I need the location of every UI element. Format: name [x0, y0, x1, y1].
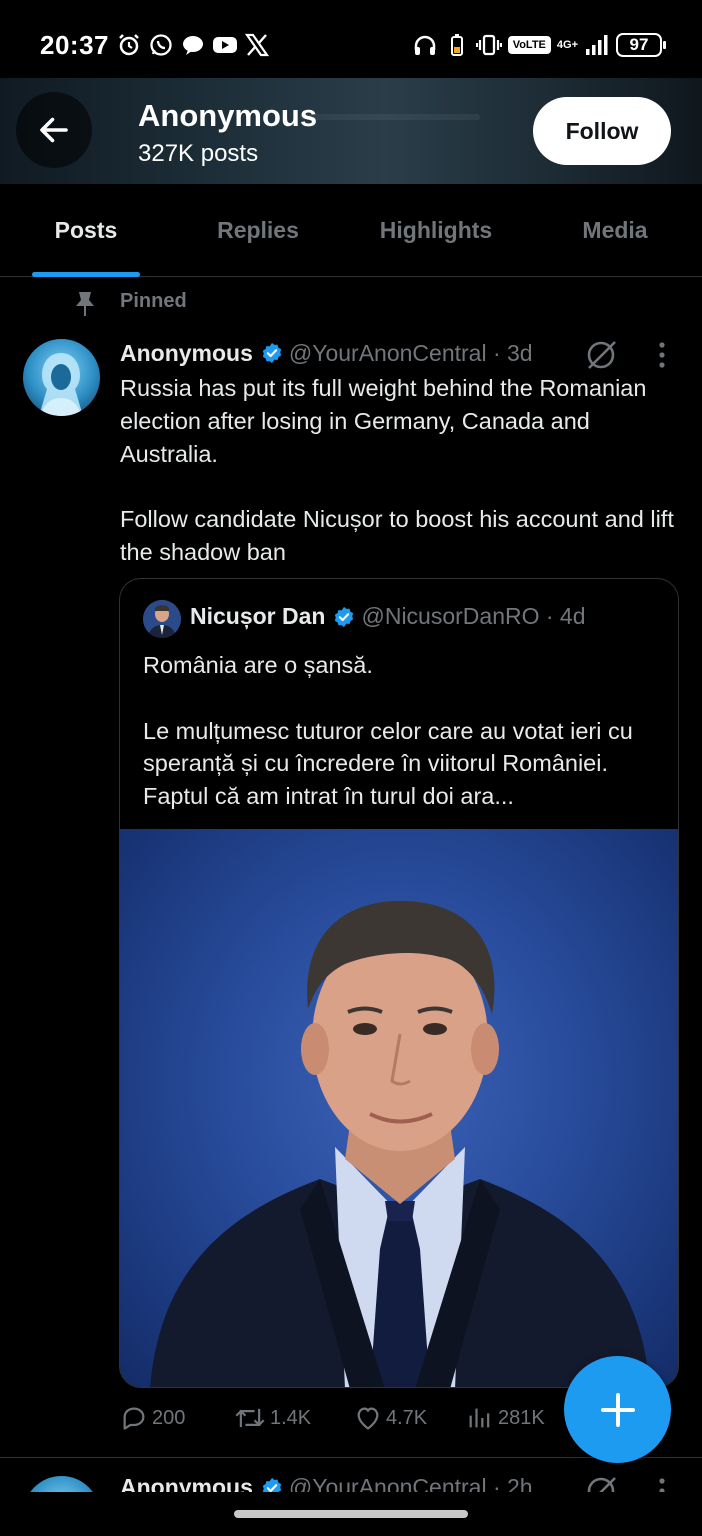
- tab-replies[interactable]: Replies: [172, 184, 344, 277]
- reply-button[interactable]: 200: [120, 1404, 185, 1432]
- tab-highlights[interactable]: Highlights: [344, 184, 528, 277]
- views-button[interactable]: 281K: [466, 1404, 545, 1432]
- alarm-icon: [116, 32, 142, 58]
- more-options-icon[interactable]: [652, 340, 672, 375]
- repost-count: 1.4K: [270, 1406, 312, 1429]
- pinned-label: Pinned: [120, 290, 187, 312]
- quote-photo[interactable]: [120, 829, 678, 1387]
- battery-small-icon: [444, 32, 470, 58]
- views-count: 281K: [498, 1406, 545, 1429]
- quote-avatar: [143, 600, 181, 638]
- verified-badge-icon: [261, 342, 283, 364]
- follow-button[interactable]: Follow: [533, 97, 671, 165]
- banner-decoration: [300, 114, 480, 120]
- posts-count: 327K posts: [138, 140, 259, 167]
- profile-name: Anonymous: [138, 98, 318, 133]
- x-logo-icon: [244, 32, 270, 58]
- notification-icons: [116, 32, 270, 58]
- home-indicator[interactable]: [234, 1510, 468, 1518]
- pinned-indicator: Pinned: [0, 288, 702, 318]
- hooded-figure-icon: [39, 353, 83, 416]
- headphones-icon: [412, 32, 438, 58]
- tweet-actions: 200 1.4K 4.7K 281K: [120, 1404, 600, 1440]
- tweet-text: Russia has put its full weight behind th…: [120, 375, 674, 565]
- person-icon: [143, 600, 181, 638]
- youtube-icon: [212, 32, 238, 58]
- avatar[interactable]: [23, 339, 100, 416]
- arrow-left-icon: [40, 117, 68, 143]
- profile-header: Anonymous 327K posts Follow: [0, 78, 702, 184]
- status-bar: 20:37 VoLTE 4G+ 97: [0, 0, 702, 78]
- like-count: 4.7K: [386, 1406, 428, 1429]
- compose-button[interactable]: [564, 1356, 671, 1463]
- quote-header: Nicușor Dan @NicusorDanRO · 4d: [190, 603, 586, 630]
- quote-text: România are o șansă. Le mulțumesc tuturo…: [143, 652, 633, 810]
- pin-icon: [74, 290, 96, 323]
- back-button[interactable]: [16, 92, 92, 168]
- quoted-tweet[interactable]: Nicușor Dan @NicusorDanRO · 4d România a…: [119, 578, 679, 1388]
- quote-author-name: Nicușor Dan: [190, 603, 326, 629]
- tab-media[interactable]: Media: [528, 184, 702, 277]
- profile-tabs: Posts Replies Highlights Media: [0, 184, 702, 277]
- author-name[interactable]: Anonymous: [120, 340, 253, 367]
- whatsapp-icon: [148, 32, 174, 58]
- repost-button[interactable]: 1.4K: [234, 1404, 311, 1432]
- volte-badge: VoLTE: [507, 36, 551, 54]
- reply-icon: [123, 1407, 145, 1430]
- verified-badge-icon: [333, 606, 355, 628]
- banner-image: [322, 84, 330, 107]
- repost-icon: [235, 1408, 265, 1428]
- reply-count: 200: [152, 1406, 186, 1429]
- status-time: 20:37: [40, 30, 109, 60]
- bar-chart-icon: [469, 1408, 490, 1428]
- system-icons: VoLTE 4G+ 97: [412, 32, 666, 58]
- like-button[interactable]: 4.7K: [354, 1404, 427, 1432]
- vibrate-icon: [475, 32, 502, 58]
- signal-icon: [584, 32, 610, 58]
- battery-indicator: 97: [616, 33, 666, 57]
- chat-bubble-icon: [180, 32, 206, 58]
- heart-icon: [357, 1407, 379, 1430]
- portrait-image: [150, 900, 650, 1387]
- author-handle-time[interactable]: @YourAnonCentral · 3d: [289, 340, 533, 367]
- quote-handle-time: @NicusorDanRO · 4d: [361, 603, 586, 629]
- tweet-header: Anonymous @YourAnonCentral · 3d: [120, 338, 533, 368]
- network-type: 4G+: [556, 39, 578, 51]
- tab-posts[interactable]: Posts: [0, 184, 172, 277]
- plus-icon: [600, 1392, 635, 1427]
